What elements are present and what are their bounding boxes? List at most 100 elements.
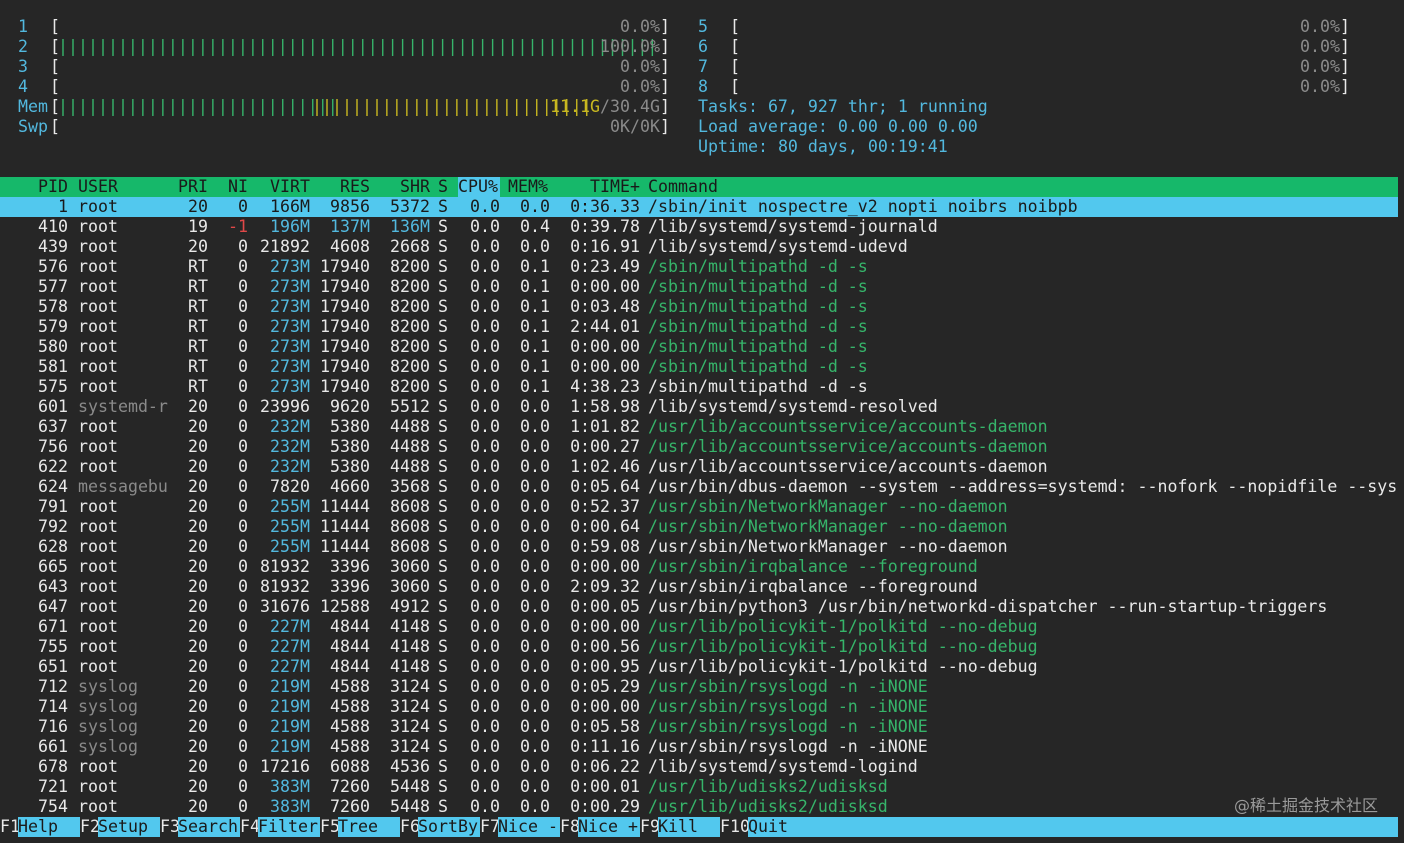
table-row[interactable]: 580 root RT 0 273M 17940 8200 S 0.0 0.1 0:00.00/sb… bbox=[0, 337, 1404, 357]
table-row[interactable]: 579 root RT 0 273M 17940 8200 S 0.0 0.1 2:44.01/sb… bbox=[0, 317, 1404, 337]
table-row[interactable]: 601 systemd-r 20 0 23996 9620 5512 S 0.0 0.0 1:58.… bbox=[0, 397, 1404, 417]
function-key-bar[interactable]: F1 Help F2 Setup F3 Search F4 Filter F5 Tree F6 Sor… bbox=[0, 817, 1398, 837]
fkey-f1[interactable]: F1 bbox=[0, 817, 20, 837]
cell-s: S bbox=[438, 537, 448, 556]
column-header-s[interactable]: S bbox=[438, 177, 452, 197]
fkey-f2[interactable]: F2 bbox=[80, 817, 100, 837]
cell-cmd: /sbin/multipathd -d -s bbox=[648, 337, 868, 356]
cell-virt: 383M bbox=[270, 797, 310, 816]
cell-shr: 5512 bbox=[390, 397, 430, 416]
cell-pri: 20 bbox=[188, 397, 208, 416]
table-row[interactable]: 792 root 20 0 255M 11444 8608 S 0.0 0.0 0:00.64/us… bbox=[0, 517, 1404, 537]
cell-pri: 20 bbox=[188, 557, 208, 576]
fkey-label-filter[interactable]: Filter bbox=[258, 817, 320, 837]
cell-s: S bbox=[438, 197, 448, 216]
table-row[interactable]: 671 root 20 0 227M 4844 4148 S 0.0 0.0 0:00.00/usr… bbox=[0, 617, 1404, 637]
cell-shr: 5448 bbox=[390, 777, 430, 796]
fkey-f7[interactable]: F7 bbox=[480, 817, 500, 837]
table-row[interactable]: 578 root RT 0 273M 17940 8200 S 0.0 0.1 0:03.48/sb… bbox=[0, 297, 1404, 317]
table-row[interactable]: 647 root 20 0 31676 12588 4912 S 0.0 0.0 0:00.05/u… bbox=[0, 597, 1404, 617]
cell-res: 7260 bbox=[330, 797, 370, 816]
table-row[interactable]: 637 root 20 0 232M 5380 4488 S 0.0 0.0 1:01.82/usr… bbox=[0, 417, 1404, 437]
column-header-res[interactable]: RES bbox=[318, 177, 370, 197]
fkey-label-tree[interactable]: Tree bbox=[338, 817, 400, 837]
cell-res: 9856 bbox=[330, 197, 370, 216]
cell-time: 0:05.58 bbox=[570, 717, 640, 736]
load-sep bbox=[878, 117, 888, 136]
cell-cmd: /usr/sbin/NetworkManager --no-daemon bbox=[648, 537, 1008, 556]
fkey-f8[interactable]: F8 bbox=[560, 817, 580, 837]
table-row[interactable]: 576 root RT 0 273M 17940 8200 S 0.0 0.1 0:23.49/sb… bbox=[0, 257, 1404, 277]
table-row[interactable]: 624 messagebu 20 0 7820 4660 3568 S 0.0 0.0 0:05.6… bbox=[0, 477, 1404, 497]
fkey-f9[interactable]: F9 bbox=[640, 817, 660, 837]
cell-cmd: /sbin/multipathd -d -s bbox=[648, 297, 868, 316]
cell-s: S bbox=[438, 697, 448, 716]
cell-time: 0:05.29 bbox=[570, 677, 640, 696]
table-row[interactable]: 581 root RT 0 273M 17940 8200 S 0.0 0.1 0:00.00/sb… bbox=[0, 357, 1404, 377]
table-row[interactable]: 716 syslog 20 0 219M 4588 3124 S 0.0 0.0 0:05.58/u… bbox=[0, 717, 1404, 737]
table-row[interactable]: 712 syslog 20 0 219M 4588 3124 S 0.0 0.0 0:05.29/u… bbox=[0, 677, 1404, 697]
table-row[interactable]: 651 root 20 0 227M 4844 4148 S 0.0 0.0 0:00.95/usr… bbox=[0, 657, 1404, 677]
cell-shr: 4148 bbox=[390, 617, 430, 636]
fkey-label-nice[interactable]: Nice - bbox=[498, 817, 560, 837]
table-row[interactable]: 622 root 20 0 232M 5380 4488 S 0.0 0.0 1:02.46/usr… bbox=[0, 457, 1404, 477]
memory-cache-bar: |||||||||||||||||||||||||||| bbox=[312, 97, 592, 116]
table-row[interactable]: 575 root RT 0 273M 17940 8200 S 0.0 0.1 4:38.23/sb… bbox=[0, 377, 1404, 397]
table-row[interactable]: 721 root 20 0 383M 7260 5448 S 0.0 0.0 0:00.01/usr… bbox=[0, 777, 1404, 797]
cell-ni: 0 bbox=[238, 417, 248, 436]
table-row[interactable]: 661 syslog 20 0 219M 4588 3124 S 0.0 0.0 0:11.16/u… bbox=[0, 737, 1404, 757]
column-header-time[interactable]: TIME+ bbox=[560, 177, 640, 197]
cell-cmd: /sbin/multipathd -d -s bbox=[648, 277, 868, 296]
fkey-f10[interactable]: F10 bbox=[720, 817, 750, 837]
fkey-f6[interactable]: F6 bbox=[400, 817, 420, 837]
cell-pid: 622 bbox=[38, 457, 68, 476]
cell-user: root bbox=[78, 557, 118, 576]
table-row[interactable]: 791 root 20 0 255M 11444 8608 S 0.0 0.0 0:52.37/us… bbox=[0, 497, 1404, 517]
table-row[interactable]: 665 root 20 0 81932 3396 3060 S 0.0 0.0 0:00.00/us… bbox=[0, 557, 1404, 577]
column-header-cpu[interactable]: CPU% bbox=[458, 177, 500, 197]
table-row[interactable]: 410 root 19 -1 196M 137M 136M S 0.0 0.4 0:39.78/li… bbox=[0, 217, 1404, 237]
table-row[interactable]: 643 root 20 0 81932 3396 3060 S 0.0 0.0 2:09.32/us… bbox=[0, 577, 1404, 597]
table-row[interactable]: 439 root 20 0 21892 4608 2668 S 0.0 0.0 0:16.91/li… bbox=[0, 237, 1404, 257]
column-header-ni[interactable]: NI bbox=[218, 177, 248, 197]
cell-pri: 20 bbox=[188, 577, 208, 596]
cell-time: 0:16.91 bbox=[570, 237, 640, 256]
cell-user: root bbox=[78, 197, 118, 216]
fkey-f4[interactable]: F4 bbox=[240, 817, 260, 837]
column-header-pri[interactable]: PRI bbox=[170, 177, 208, 197]
fkey-label-sortby[interactable]: SortBy bbox=[418, 817, 480, 837]
cell-cpu: 0.0 bbox=[470, 537, 500, 556]
table-row[interactable]: 755 root 20 0 227M 4844 4148 S 0.0 0.0 0:00.56/usr… bbox=[0, 637, 1404, 657]
column-header-user[interactable]: USER bbox=[78, 177, 170, 197]
column-header-pid[interactable]: PID bbox=[20, 177, 68, 197]
cell-user: systemd-r bbox=[78, 397, 168, 416]
column-header-mem[interactable]: MEM% bbox=[508, 177, 550, 197]
cell-s: S bbox=[438, 217, 448, 236]
fkey-label-search[interactable]: Search bbox=[178, 817, 240, 837]
table-row[interactable]: 678 root 20 0 17216 6088 4536 S 0.0 0.0 0:06.22/li… bbox=[0, 757, 1404, 777]
fkey-label-setup[interactable]: Setup bbox=[98, 817, 160, 837]
fkey-label-kill[interactable]: Kill bbox=[658, 817, 720, 837]
fkey-label-nice[interactable]: Nice + bbox=[578, 817, 640, 837]
table-row[interactable]: 714 syslog 20 0 219M 4588 3124 S 0.0 0.0 0:00.00/u… bbox=[0, 697, 1404, 717]
table-row[interactable]: 754 root 20 0 383M 7260 5448 S 0.0 0.0 0:00.29/usr… bbox=[0, 797, 1404, 817]
fkey-f3[interactable]: F3 bbox=[160, 817, 180, 837]
process-table-header[interactable]: PID USER PRI NI VIRT RES SHR S CPU% MEM% TIME+ Comm… bbox=[0, 177, 1398, 197]
fkey-label-quit[interactable]: Quit bbox=[748, 817, 1398, 837]
cell-virt: 196M bbox=[270, 217, 310, 236]
column-header-command[interactable]: Command bbox=[648, 177, 1404, 197]
table-row[interactable]: 577 root RT 0 273M 17940 8200 S 0.0 0.1 0:00.00/sb… bbox=[0, 277, 1404, 297]
fkey-f5[interactable]: F5 bbox=[320, 817, 340, 837]
cell-pid: 792 bbox=[38, 517, 68, 536]
column-header-shr[interactable]: SHR bbox=[380, 177, 430, 197]
uptime-value: 80 days, 00:19:41 bbox=[777, 137, 948, 156]
column-header-virt[interactable]: VIRT bbox=[258, 177, 310, 197]
process-row-selected[interactable]: 1 root 20 0 166M 9856 5372 S 0.0 0.0 0:36.33/sbin/… bbox=[0, 197, 1398, 217]
table-row[interactable]: 756 root 20 0 232M 5380 4488 S 0.0 0.0 0:00.27/usr… bbox=[0, 437, 1404, 457]
cell-shr: 3124 bbox=[390, 697, 430, 716]
cell-pri: RT bbox=[188, 277, 208, 296]
fkey-label-help[interactable]: Help bbox=[18, 817, 80, 837]
table-row[interactable]: 628 root 20 0 255M 11444 8608 S 0.0 0.0 0:59.08/us… bbox=[0, 537, 1404, 557]
cell-cmd: /usr/bin/python3 /usr/bin/networkd-dispa… bbox=[648, 597, 1328, 616]
cell-res: 4608 bbox=[330, 237, 370, 256]
